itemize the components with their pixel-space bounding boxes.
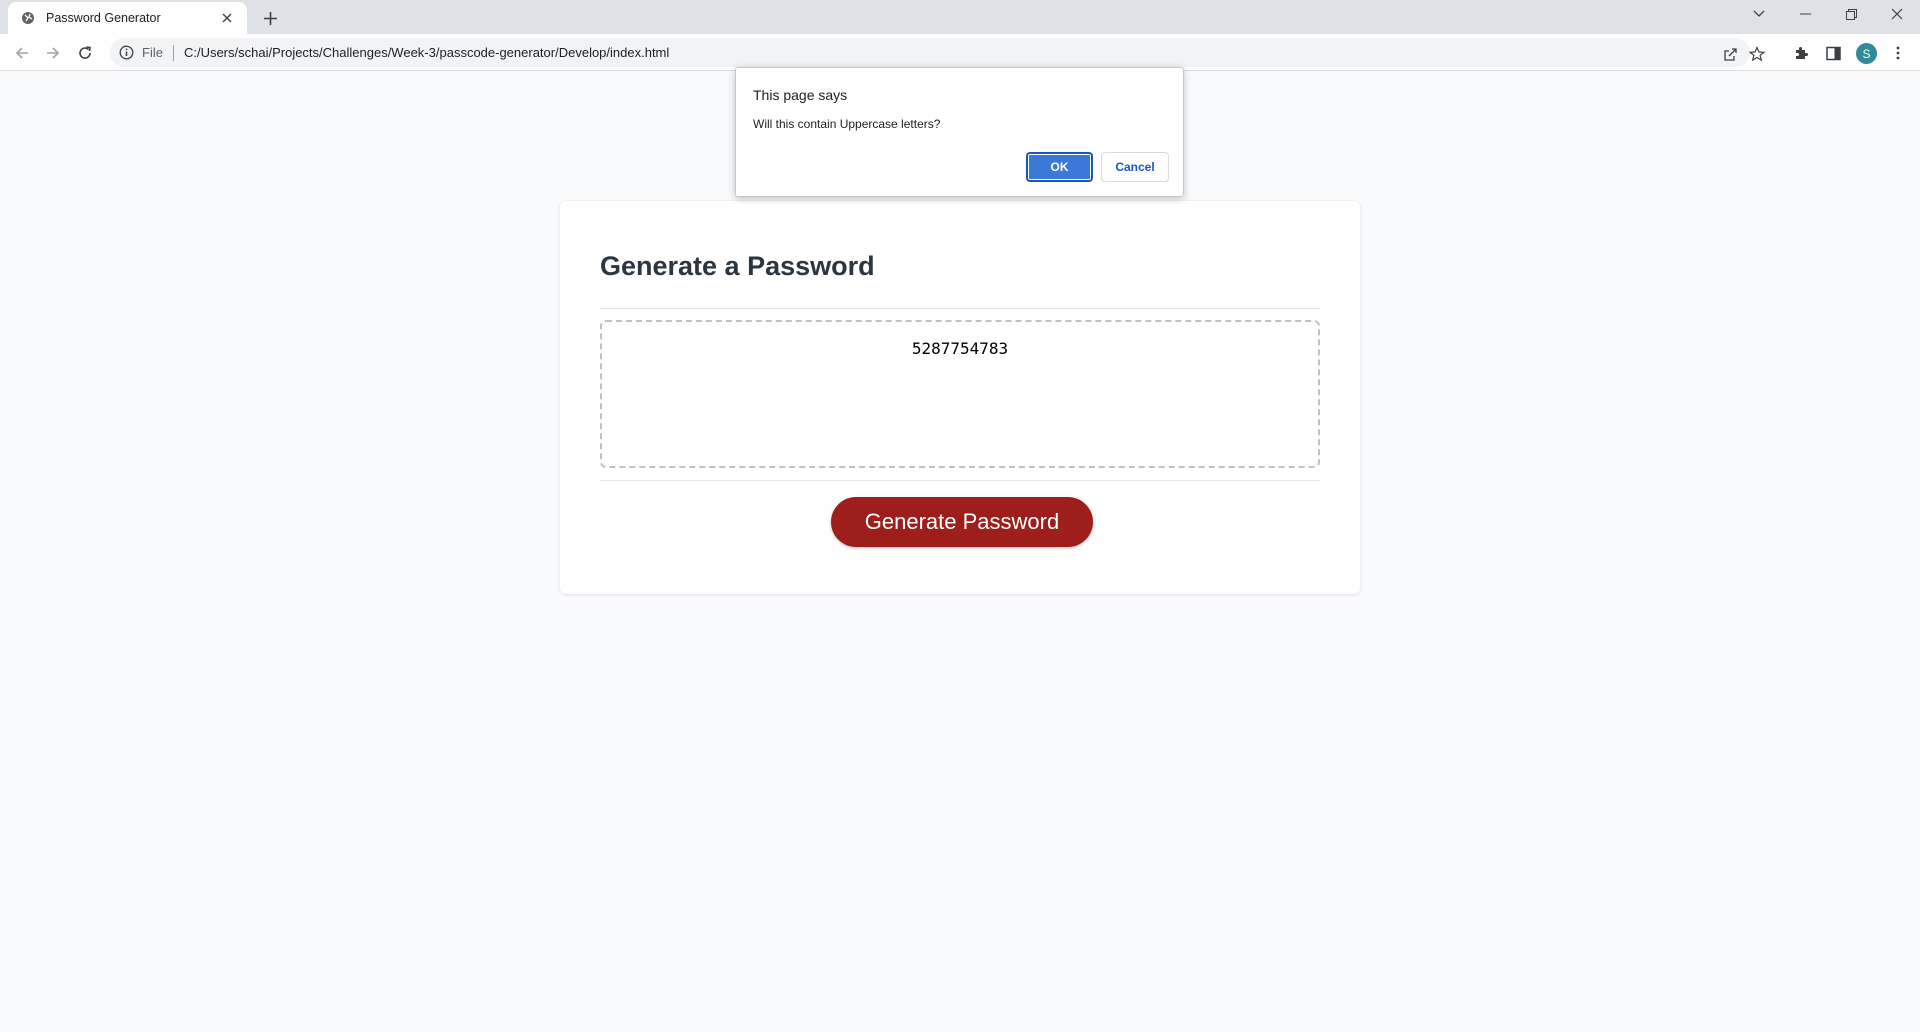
reload-icon[interactable] bbox=[71, 39, 99, 67]
globe-icon bbox=[20, 10, 36, 26]
page-title: Generate a Password bbox=[600, 251, 875, 281]
address-bar[interactable]: File C:/Users/schai/Projects/Challenges/… bbox=[110, 38, 1765, 67]
minimize-icon[interactable] bbox=[1782, 0, 1828, 28]
footer-divider bbox=[600, 480, 1320, 481]
ok-button[interactable]: OK bbox=[1026, 152, 1093, 182]
new-tab-button[interactable] bbox=[258, 6, 282, 30]
tab-title: Password Generator bbox=[46, 11, 161, 25]
browser-tab[interactable]: Password Generator bbox=[8, 2, 247, 34]
url-scheme-label: File bbox=[142, 45, 163, 60]
generate-password-button[interactable]: Generate Password bbox=[831, 497, 1093, 547]
profile-avatar[interactable]: S bbox=[1856, 43, 1877, 64]
extensions-puzzle-icon[interactable] bbox=[1790, 42, 1812, 64]
address-separator bbox=[172, 44, 174, 61]
cancel-button[interactable]: Cancel bbox=[1101, 152, 1169, 182]
dialog-title: This page says bbox=[753, 87, 848, 103]
browser-toolbar: File C:/Users/schai/Projects/Challenges/… bbox=[0, 34, 1920, 71]
alert-dialog: This page says Will this contain Upperca… bbox=[735, 67, 1184, 197]
header-divider bbox=[600, 308, 1320, 309]
share-icon[interactable] bbox=[1720, 44, 1740, 64]
close-tab-icon[interactable] bbox=[219, 10, 235, 26]
bookmark-star-icon[interactable] bbox=[1747, 44, 1767, 64]
back-arrow-icon[interactable] bbox=[8, 39, 36, 67]
tab-search-icon[interactable] bbox=[1736, 0, 1782, 28]
url-text[interactable]: C:/Users/schai/Projects/Challenges/Week-… bbox=[184, 45, 669, 60]
dialog-message: Will this contain Uppercase letters? bbox=[753, 117, 941, 131]
close-window-icon[interactable] bbox=[1874, 0, 1920, 28]
side-panel-icon[interactable] bbox=[1822, 42, 1844, 64]
info-icon[interactable] bbox=[118, 45, 134, 61]
restore-icon[interactable] bbox=[1828, 0, 1874, 28]
password-output[interactable]: 5287754783 bbox=[600, 320, 1320, 468]
tab-strip: Password Generator bbox=[0, 0, 1920, 34]
forward-arrow-icon[interactable] bbox=[39, 39, 67, 67]
more-menu-icon[interactable] bbox=[1888, 42, 1908, 64]
password-value: 5287754783 bbox=[911, 339, 1009, 358]
password-card: Generate a Password 5287754783 Generate … bbox=[560, 201, 1360, 594]
